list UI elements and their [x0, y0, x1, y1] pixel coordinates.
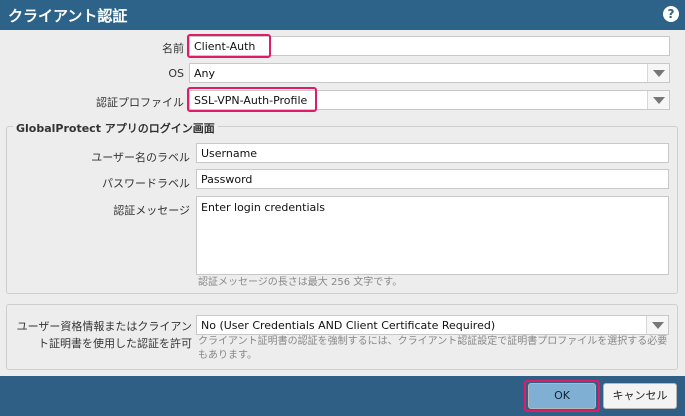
ok-highlight: [524, 380, 600, 412]
password-label-label: パスワードラベル: [102, 177, 190, 190]
os-label: OS: [168, 67, 184, 80]
credentials-select-value: No (User Credentials AND Client Certific…: [201, 319, 496, 332]
auth-profile-label: 認証プロファイル: [96, 96, 184, 109]
chevron-down-icon[interactable]: [646, 316, 668, 334]
dialog-body: 名前 Client-Auth OS Any 認証プロファイル SSL-VPN-A…: [0, 30, 685, 376]
dialog-titlebar: クライアント認証 ?: [0, 0, 685, 30]
username-label-label: ユーザー名のラベル: [91, 151, 190, 164]
credentials-label-line2: ト証明書を使用した認証を許可: [38, 337, 192, 350]
client-auth-dialog: クライアント認証 ? 名前 Client-Auth OS Any 認証プロファイ…: [0, 0, 685, 416]
help-icon[interactable]: ?: [663, 6, 679, 22]
credentials-label-line1: ユーザー資格情報またはクライアン: [16, 320, 192, 333]
auth-message-hint: 認証メッセージの長さは最大 256 文字です。: [198, 277, 403, 288]
credentials-hint-line2: もあります。: [198, 350, 257, 361]
cancel-button[interactable]: キャンセル: [603, 383, 677, 409]
credentials-select[interactable]: No (User Credentials AND Client Certific…: [196, 315, 669, 335]
chevron-down-icon[interactable]: [647, 64, 669, 82]
dialog-title: クライアント認証: [8, 7, 128, 25]
credentials-hint-line1: クライアント証明書の認証を強制するには、クライアント認証設定で証明書プロファイル…: [198, 336, 668, 347]
os-select-value: Any: [194, 67, 216, 80]
dialog-footer: OK キャンセル: [0, 376, 685, 416]
auth-message-textarea[interactable]: Enter login credentials: [196, 196, 669, 275]
credentials-hint: クライアント証明書の認証を強制するには、クライアント認証設定で証明書プロファイル…: [198, 335, 670, 363]
login-screen-legend: GlobalProtect アプリのログイン画面: [13, 120, 218, 136]
os-select[interactable]: Any: [189, 63, 670, 83]
name-highlight: [187, 34, 271, 58]
password-label-input[interactable]: Password: [196, 169, 669, 189]
auth-message-label: 認証メッセージ: [113, 204, 190, 217]
credentials-label: ユーザー資格情報またはクライアン ト証明書を使用した認証を許可: [10, 318, 192, 352]
username-label-input[interactable]: Username: [196, 143, 669, 163]
chevron-down-icon[interactable]: [647, 91, 669, 109]
name-label: 名前: [162, 42, 184, 55]
auth-profile-highlight: [187, 87, 317, 112]
